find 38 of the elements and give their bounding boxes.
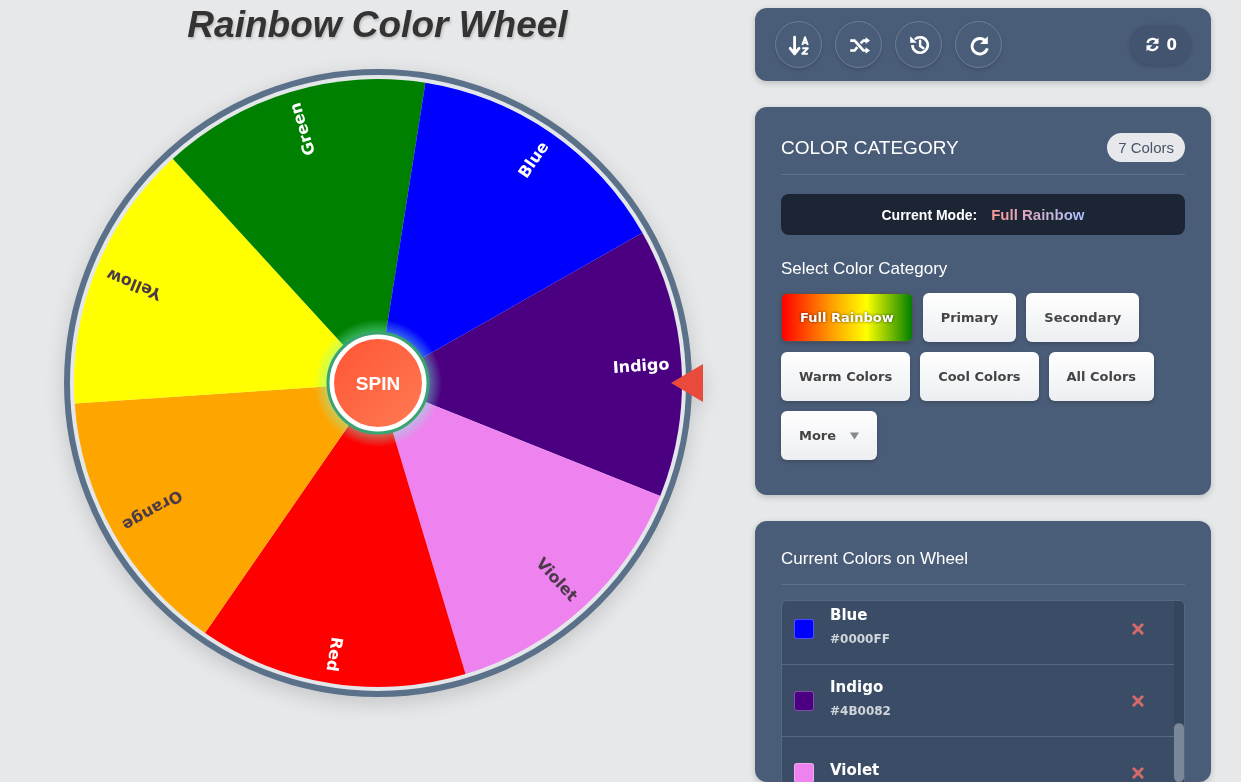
panel-title: Current Colors on Wheel (781, 549, 969, 568)
close-icon (1132, 694, 1144, 707)
color-list-item[interactable]: Indigo #4B0082 (782, 665, 1174, 737)
sort-icon (787, 33, 810, 56)
toolbar-button[interactable] (955, 21, 1002, 68)
panel-title: COLOR CATEGORY (781, 136, 959, 159)
category-button[interactable]: Secondary (1026, 293, 1140, 342)
spin-count: 0 (1166, 35, 1177, 54)
wheel-title: Rainbow Color Wheel (187, 3, 568, 47)
section-label: Select Color Category (781, 259, 949, 279)
color-list-item[interactable]: Blue #0000FF (782, 601, 1174, 665)
dropdown-button[interactable]: More (781, 411, 878, 460)
category-button[interactable]: Warm Colors (781, 352, 911, 401)
toolbar-button[interactable] (835, 21, 882, 68)
color-hex: #0000FF (830, 631, 891, 646)
color-name: Blue (830, 605, 869, 624)
segment-label: Indigo (611, 354, 670, 377)
pointer-icon (670, 364, 703, 402)
count-badge: 7 Colors (1107, 133, 1185, 162)
history-icon (907, 33, 930, 56)
caret-icon (850, 431, 860, 440)
color-name: Violet (830, 760, 881, 779)
category-button[interactable]: All Colors (1048, 352, 1155, 401)
close-icon (1132, 622, 1144, 635)
segment-label: Red (322, 635, 347, 673)
color-hex: #4B0082 (830, 703, 892, 718)
category-button[interactable]: Primary (922, 293, 1017, 342)
toolbar-button[interactable] (895, 21, 942, 68)
color-list-item[interactable]: Violet (782, 737, 1174, 782)
segment-label: Green (284, 100, 319, 158)
color-name: Indigo (830, 677, 885, 696)
close-icon (1132, 766, 1144, 779)
category-button[interactable]: Cool Colors (920, 352, 1039, 401)
sync-icon (1143, 36, 1161, 53)
mode-value: Full Rainbow (991, 206, 1085, 223)
mode-label: Current Mode: (881, 206, 978, 223)
scrollbar[interactable] (1174, 601, 1184, 782)
toolbar-button[interactable] (775, 21, 822, 68)
